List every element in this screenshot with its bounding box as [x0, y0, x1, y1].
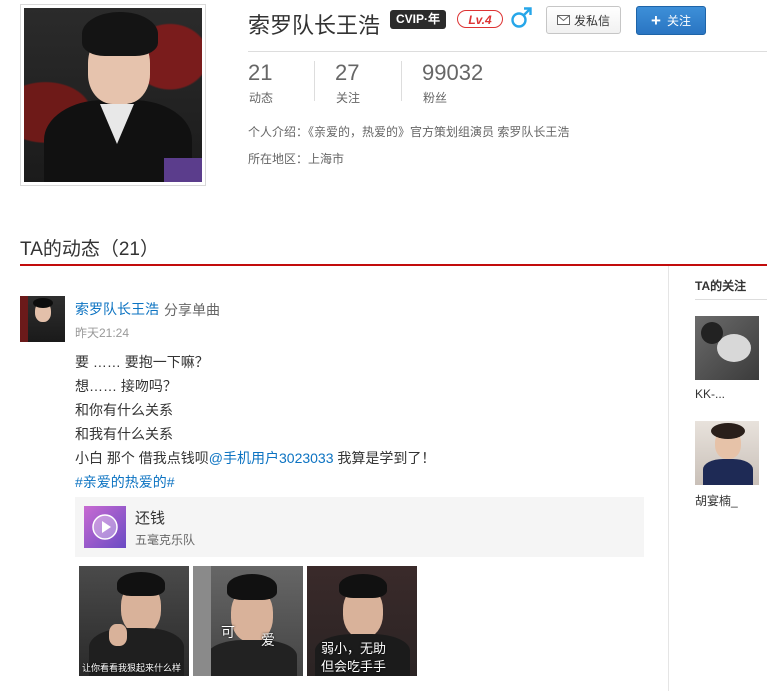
- post-action: 分享单曲: [164, 302, 220, 318]
- hashtag-link[interactable]: #亲爱的热爱的#: [75, 474, 175, 490]
- envelope-icon: [556, 15, 570, 25]
- play-icon[interactable]: [90, 512, 120, 542]
- post-author-name[interactable]: 索罗队长王浩: [75, 299, 159, 319]
- stat-fans-label[interactable]: 粉丝: [423, 89, 447, 106]
- post-text-suffix: 我算是学到了！: [333, 450, 436, 466]
- stat-fans-count[interactable]: 99032: [422, 60, 483, 86]
- sidebar-divider: [668, 266, 669, 691]
- post-text-prefix: 小白 那个 借我点钱呗: [75, 450, 209, 466]
- send-message-button[interactable]: 发私信: [546, 6, 621, 34]
- post-text-line: 要 …… 要抱一下嘛？: [75, 354, 209, 370]
- location-label: 所在地区：: [248, 152, 309, 166]
- post-hashtag-line: #亲爱的热爱的#: [75, 472, 175, 492]
- follow-avatar[interactable]: [695, 421, 759, 485]
- post-text-line: 小白 那个 借我点钱呗@手机用户3023033 我算是学到了！: [75, 448, 435, 468]
- stat-follows-label[interactable]: 关注: [336, 89, 360, 106]
- intro-text: 《亲爱的，热爱的》官方策划组演员 索罗队长王浩: [308, 125, 570, 139]
- post-image[interactable]: 可 爱: [193, 566, 303, 676]
- profile-intro: 个人介绍：《亲爱的，热爱的》官方策划组演员 索罗队长王浩: [248, 123, 569, 140]
- post-text-line: 想…… 接吻吗？: [75, 378, 177, 394]
- image-caption: 爱: [261, 632, 275, 648]
- song-title[interactable]: 还钱: [135, 507, 165, 528]
- post-text-line: 和你有什么关系: [75, 402, 173, 418]
- stat-events-count[interactable]: 21: [248, 60, 272, 86]
- profile-username: 索罗队长王浩: [248, 13, 381, 38]
- intro-label: 个人介绍：: [248, 125, 309, 139]
- shared-song-card[interactable]: 还钱 五毫克乐队: [75, 497, 644, 557]
- user-mention-link[interactable]: @手机用户3023033: [209, 450, 334, 466]
- feed-section-title: TA的动态（21）: [20, 239, 160, 260]
- plus-icon: +: [651, 11, 661, 30]
- post-image[interactable]: 弱小，无助 但会吃手手: [307, 566, 417, 676]
- stat-divider: [314, 61, 315, 101]
- post-author-avatar[interactable]: [20, 296, 65, 342]
- follow-label: 关注: [666, 14, 691, 28]
- send-message-label: 发私信: [573, 13, 610, 28]
- sidebar-title-divider: [695, 299, 767, 300]
- follow-name[interactable]: KK-...: [695, 387, 725, 401]
- section-divider: [20, 264, 767, 266]
- stat-follows-count[interactable]: 27: [335, 60, 359, 86]
- profile-avatar[interactable]: [20, 4, 206, 186]
- male-icon: [511, 7, 532, 28]
- location-text: 上海市: [308, 152, 345, 166]
- stat-events-label[interactable]: 动态: [249, 89, 273, 106]
- follow-button[interactable]: + 关注: [636, 6, 706, 35]
- follow-avatar[interactable]: [695, 316, 759, 380]
- image-caption: 让你看看我狠起来什么样: [82, 663, 182, 673]
- post-time[interactable]: 昨天21:24: [75, 324, 129, 341]
- avatar-photo: [24, 8, 202, 182]
- song-cover[interactable]: [84, 506, 126, 548]
- post-image[interactable]: 让你看看我狠起来什么样: [79, 566, 189, 676]
- vip-badge[interactable]: CVIP·年: [390, 10, 446, 29]
- follow-name[interactable]: 胡宴楠_: [695, 492, 738, 509]
- stat-divider: [401, 61, 402, 101]
- image-caption: 可: [221, 624, 235, 640]
- level-badge: Lv.4: [457, 10, 503, 28]
- post-text-line: 和我有什么关系: [75, 426, 173, 442]
- image-caption: 但会吃手手: [321, 659, 387, 674]
- sidebar-title: TA的关注: [695, 279, 747, 293]
- song-artist[interactable]: 五毫克乐队: [135, 531, 195, 548]
- header-divider: [248, 51, 767, 52]
- profile-location: 所在地区：上海市: [248, 150, 344, 167]
- image-caption: 弱小，无助: [321, 641, 387, 656]
